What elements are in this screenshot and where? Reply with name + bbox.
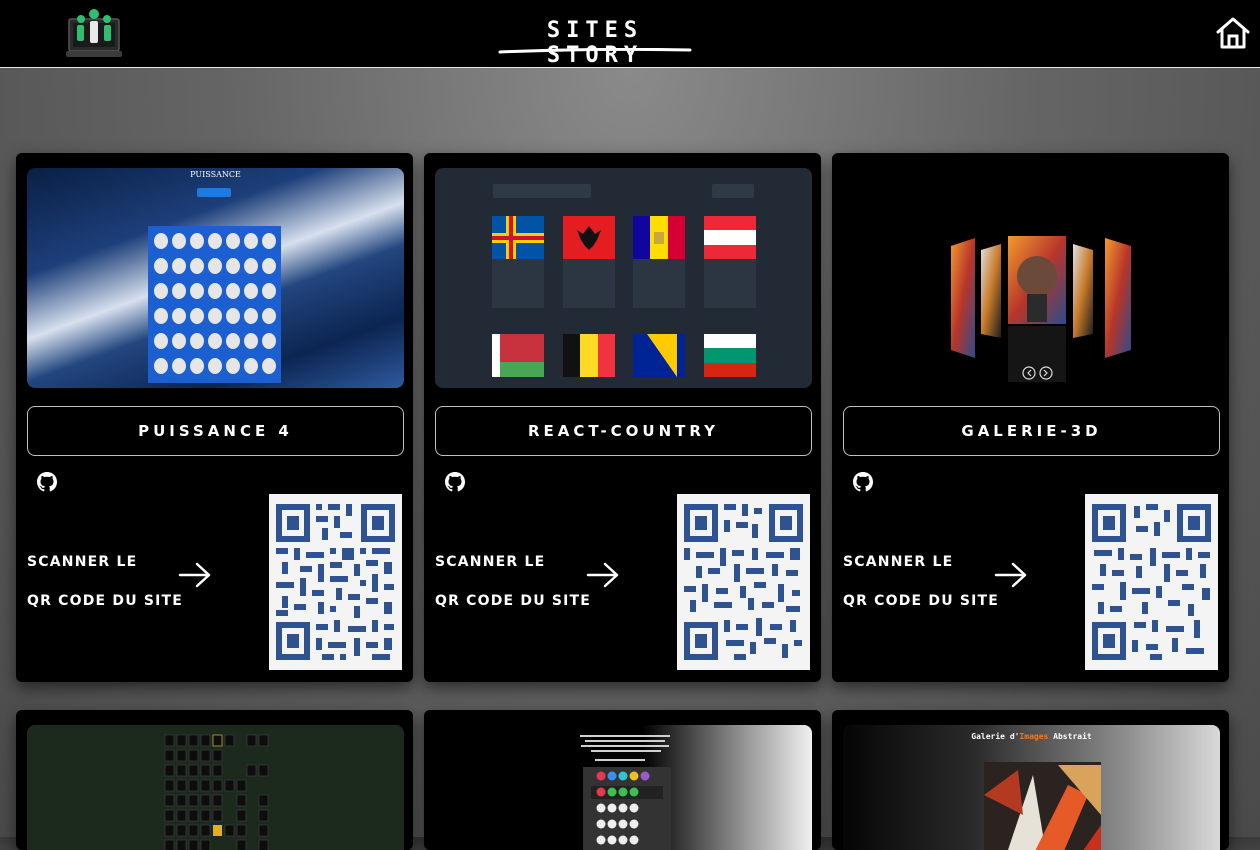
scan-text-line1: SCANNER LE xyxy=(435,554,546,570)
flag-bulgaria xyxy=(704,334,756,377)
word-game-screenshot[interactable] xyxy=(27,725,404,850)
github-icon[interactable] xyxy=(36,471,58,495)
project-title-button[interactable]: PUISSANCE 4 xyxy=(27,406,404,456)
laptop-team-logo-icon[interactable] xyxy=(66,5,122,61)
project-card xyxy=(424,710,821,850)
project-title-button[interactable]: GALERIE-3D xyxy=(843,406,1220,456)
project-card: REACT-COUNTRY SCANNER LE QR CODE DU SITE xyxy=(424,153,821,682)
preview-search-bar xyxy=(493,184,591,198)
board-holes xyxy=(154,233,276,374)
scan-text-line2: QR CODE DU SITE xyxy=(843,593,1000,609)
react-country-screenshot[interactable] xyxy=(435,168,812,388)
scan-text-line1: SCANNER LE xyxy=(27,554,138,570)
arrow-right-icon xyxy=(178,562,211,588)
qr-code[interactable] xyxy=(677,494,810,670)
project-card: PUISSANCE PUISSANCE 4 SCANNER LE QR CODE… xyxy=(16,153,413,682)
flag-austria xyxy=(704,216,756,259)
flag-bosnia xyxy=(633,334,685,377)
top-header: SITES STORY xyxy=(0,0,1260,68)
github-icon[interactable] xyxy=(852,471,874,495)
home-icon[interactable] xyxy=(1215,15,1251,51)
color-game-preview xyxy=(580,735,671,850)
flag-albania xyxy=(563,216,615,259)
title-underline xyxy=(498,48,692,54)
flag-andorra xyxy=(633,216,685,259)
color-game-screenshot[interactable] xyxy=(435,725,812,850)
arrow-right-icon xyxy=(586,562,619,588)
site-title: SITES STORY xyxy=(546,18,644,68)
puissance4-screenshot[interactable]: PUISSANCE xyxy=(27,168,404,388)
scan-text-line2: QR CODE DU SITE xyxy=(435,593,592,609)
preview-filter-select xyxy=(712,184,754,198)
flag-aland xyxy=(492,216,544,259)
github-icon[interactable] xyxy=(444,471,466,495)
arrow-right-icon xyxy=(994,562,1027,588)
flag-belarus xyxy=(492,334,544,377)
galerie-3d-screenshot[interactable] xyxy=(843,168,1220,388)
flag-belgium xyxy=(563,334,615,377)
galerie-abstrait-screenshot[interactable]: Galerie d'Images Abstrait xyxy=(843,725,1220,850)
gallery-carousel xyxy=(951,236,1131,382)
scan-text-line1: SCANNER LE xyxy=(843,554,954,570)
word-grid xyxy=(164,734,269,850)
qr-code[interactable] xyxy=(269,494,402,670)
project-card xyxy=(16,710,413,850)
project-card: GALERIE-3D SCANNER LE QR CODE DU SITE xyxy=(832,153,1229,682)
qr-code[interactable] xyxy=(1085,494,1218,670)
scan-text-line2: QR CODE DU SITE xyxy=(27,593,184,609)
abstract-artwork xyxy=(984,762,1101,850)
project-card: Galerie d'Images Abstrait xyxy=(832,710,1229,850)
project-title-button[interactable]: REACT-COUNTRY xyxy=(435,406,812,456)
